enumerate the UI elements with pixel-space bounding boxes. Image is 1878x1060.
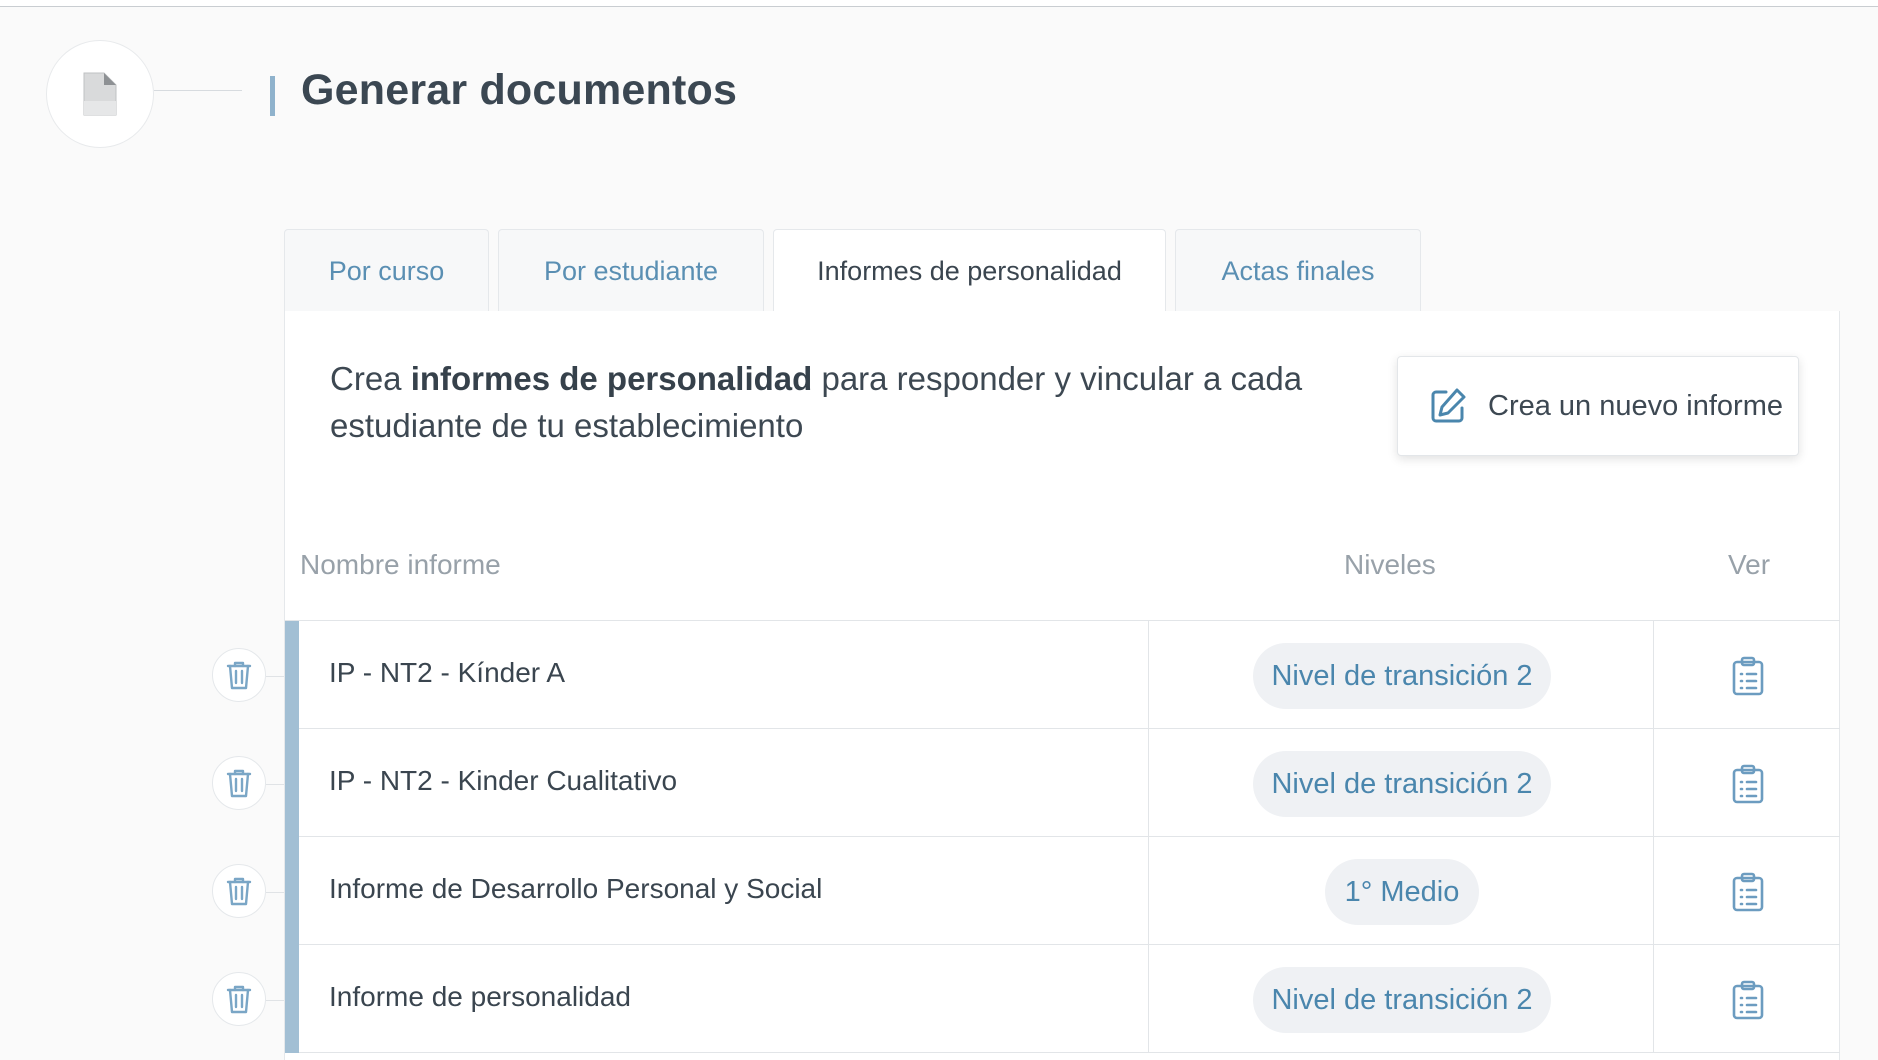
- column-divider: [1148, 837, 1149, 945]
- tab-por-estudiante[interactable]: Por estudiante: [498, 229, 764, 312]
- report-name[interactable]: Informe de Desarrollo Personal y Social: [329, 873, 822, 905]
- level-badge: Nivel de transición 2: [1253, 967, 1551, 1033]
- table-row: Informe de Desarrollo Personal y Social …: [285, 837, 1840, 945]
- table-row: IP - NT2 - Kinder Cualitativo Nivel de t…: [285, 729, 1840, 837]
- row-connector: [266, 892, 284, 893]
- delete-report-button[interactable]: [212, 756, 266, 810]
- title-accent: [270, 76, 275, 116]
- level-badge: Nivel de transición 2: [1253, 643, 1551, 709]
- column-divider: [1148, 729, 1149, 837]
- edit-icon: [1431, 388, 1466, 423]
- trash-icon: [226, 985, 252, 1014]
- level-badge: Nivel de transición 2: [1253, 751, 1551, 817]
- table-row: IP - NT2 - Kínder A Nivel de transición …: [285, 621, 1840, 729]
- row-accent: [285, 945, 299, 1053]
- tab-panel: Crea informes de personalidad para respo…: [284, 311, 1840, 1060]
- trash-icon: [226, 661, 252, 690]
- new-report-button[interactable]: Crea un nuevo informe: [1397, 356, 1799, 456]
- delete-report-button[interactable]: [212, 972, 266, 1026]
- intro-prefix: Crea: [330, 360, 411, 397]
- tab-por-curso[interactable]: Por curso: [284, 229, 489, 312]
- row-accent: [285, 729, 299, 837]
- level-badge: 1° Medio: [1325, 859, 1479, 925]
- column-divider: [1653, 945, 1654, 1053]
- row-accent: [285, 621, 299, 729]
- page-header: Generar documentos: [0, 0, 1878, 160]
- document-icon-badge: [46, 40, 154, 148]
- column-divider: [1653, 729, 1654, 837]
- column-divider: [1653, 837, 1654, 945]
- column-header-name: Nombre informe: [300, 549, 501, 580]
- intro-bold: informes de personalidad: [410, 360, 813, 397]
- column-divider: [1653, 621, 1654, 729]
- document-icon: [83, 72, 117, 116]
- column-header-levels: Niveles: [1344, 549, 1436, 580]
- row-connector: [266, 784, 284, 785]
- trash-icon: [226, 877, 252, 906]
- column-divider: [1148, 621, 1149, 729]
- column-divider: [1148, 945, 1149, 1053]
- new-report-label: Crea un nuevo informe: [1488, 389, 1783, 422]
- row-connector: [266, 676, 284, 677]
- tab-actas-finales[interactable]: Actas finales: [1175, 229, 1421, 312]
- trash-icon: [226, 769, 252, 798]
- delete-report-button[interactable]: [212, 648, 266, 702]
- delete-report-button[interactable]: [212, 864, 266, 918]
- header-connector: [154, 90, 242, 91]
- intro-text: Crea informes de personalidad para respo…: [330, 355, 1340, 449]
- report-name[interactable]: IP - NT2 - Kinder Cualitativo: [329, 765, 677, 797]
- clipboard-icon[interactable]: [1731, 656, 1765, 696]
- clipboard-icon[interactable]: [1731, 872, 1765, 912]
- row-accent: [285, 837, 299, 945]
- table-row: Informe de personalidad Nivel de transic…: [285, 945, 1840, 1053]
- column-header-view: Ver: [1728, 549, 1771, 580]
- report-name[interactable]: IP - NT2 - Kínder A: [329, 657, 565, 689]
- row-connector: [266, 1000, 284, 1001]
- tab-informes-de-personalidad[interactable]: Informes de personalidad: [773, 229, 1166, 313]
- clipboard-icon[interactable]: [1731, 764, 1765, 804]
- clipboard-icon[interactable]: [1731, 980, 1765, 1020]
- page-title: Generar documentos: [301, 66, 738, 114]
- report-name[interactable]: Informe de personalidad: [329, 981, 631, 1013]
